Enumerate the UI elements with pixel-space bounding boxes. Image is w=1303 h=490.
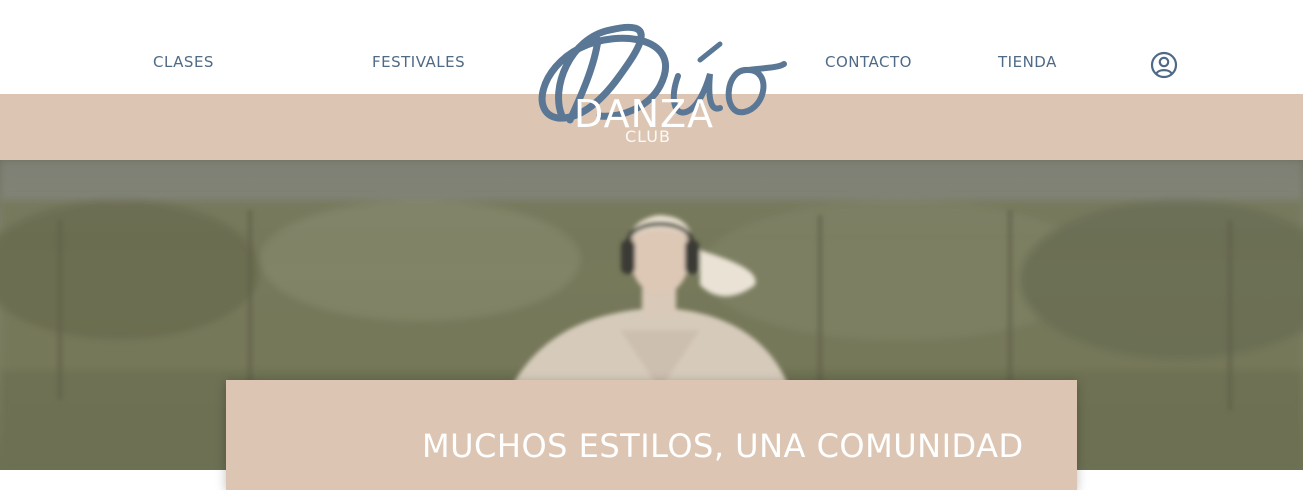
logo-club: CLUB xyxy=(625,127,671,146)
nav-contacto[interactable]: CONTACTO xyxy=(825,53,912,71)
hero-headline: MUCHOS ESTILOS, UNA COMUNIDAD xyxy=(422,427,1024,465)
site-logo[interactable]: DANZA CLUB xyxy=(510,8,800,148)
account-button[interactable] xyxy=(1150,51,1178,79)
nav-clases[interactable]: CLASES xyxy=(153,53,214,71)
hero-card: MUCHOS ESTILOS, UNA COMUNIDAD xyxy=(226,380,1077,490)
nav-festivales[interactable]: FESTIVALES xyxy=(372,53,465,71)
user-circle-icon xyxy=(1150,51,1178,79)
nav-tienda[interactable]: TIENDA xyxy=(998,53,1057,71)
